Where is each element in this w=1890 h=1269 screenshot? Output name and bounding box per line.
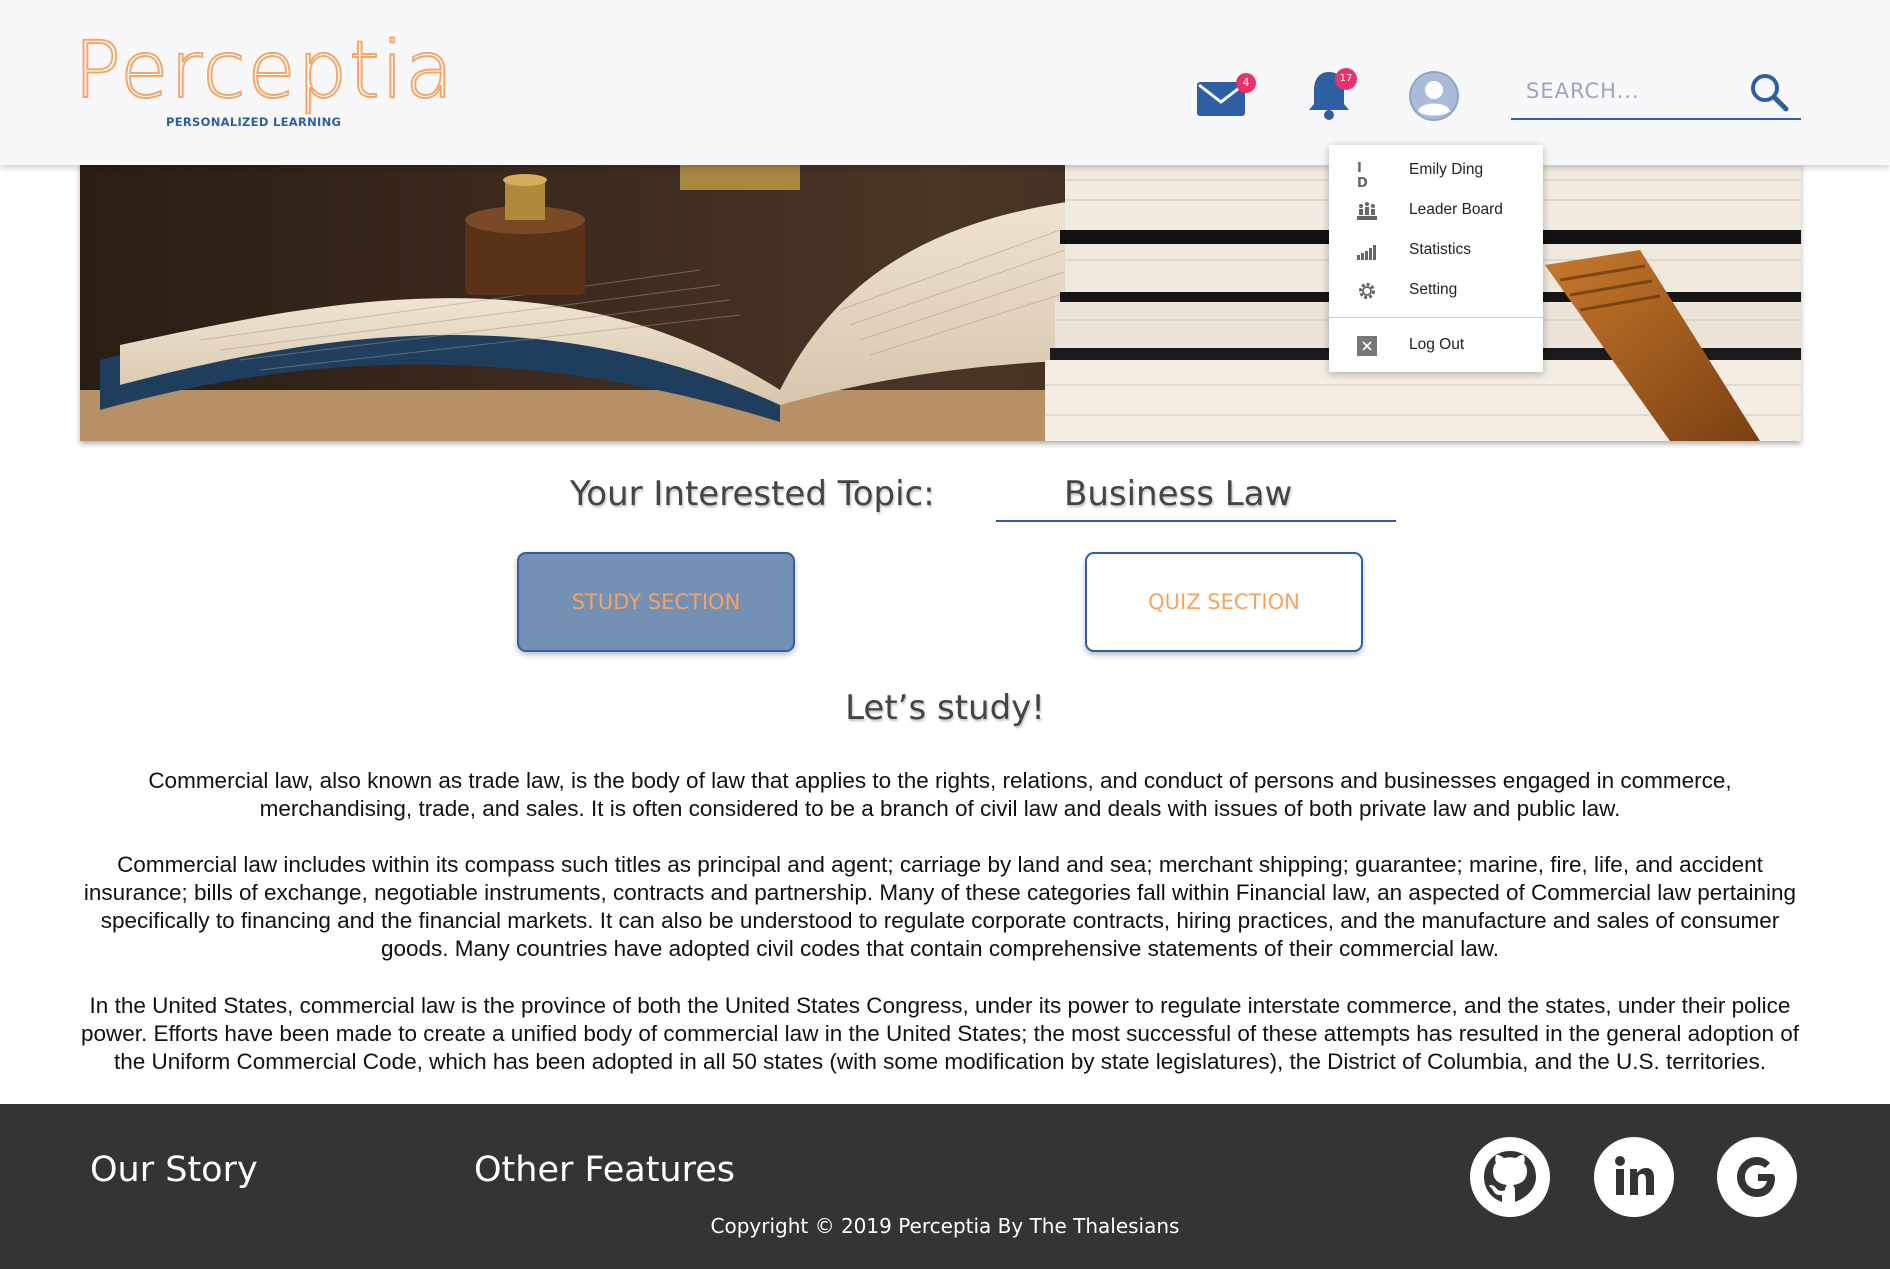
leaderboard-icon bbox=[1357, 201, 1377, 221]
topic-field[interactable]: Business Law bbox=[996, 470, 1396, 522]
statistics-icon bbox=[1357, 241, 1377, 261]
copyright-text: Copyright © 2019 Perceptia By The Thales… bbox=[710, 1214, 1180, 1238]
menu-divider bbox=[1329, 317, 1543, 318]
search-input[interactable] bbox=[1526, 76, 1746, 106]
search-bar bbox=[1511, 64, 1801, 120]
search-icon[interactable] bbox=[1747, 70, 1791, 114]
user-avatar-icon[interactable] bbox=[1408, 70, 1460, 122]
menu-item-label: Statistics bbox=[1409, 241, 1472, 258]
logo-wordmark: Perceptia bbox=[73, 25, 456, 117]
topic-label: Your Interested Topic: bbox=[570, 474, 935, 514]
github-icon[interactable] bbox=[1470, 1137, 1550, 1217]
topic-value: Business Law bbox=[1064, 474, 1293, 514]
mail-count-badge: 4 bbox=[1236, 73, 1256, 93]
menu-item-profile[interactable]: I D Emily Ding bbox=[1329, 152, 1543, 191]
menu-item-statistics[interactable]: Statistics bbox=[1329, 232, 1543, 268]
footer-link-our-story[interactable]: Our Story bbox=[90, 1150, 258, 1190]
google-icon[interactable] bbox=[1717, 1137, 1797, 1217]
notification-count-badge: 17 bbox=[1335, 68, 1357, 90]
id-icon: I D bbox=[1357, 161, 1370, 191]
top-header: Perceptia PERSONALIZED LEARNING 4 17 bbox=[0, 0, 1890, 165]
study-section-button[interactable]: STUDY SECTION bbox=[517, 552, 795, 652]
study-paragraph: Commercial law, also known as trade law,… bbox=[148, 768, 1732, 821]
menu-item-label: Log Out bbox=[1409, 336, 1465, 353]
user-menu-dropdown: I D Emily Ding Leader Board Statistics S… bbox=[1329, 145, 1543, 372]
perceptia-logo[interactable]: Perceptia PERSONALIZED LEARNING bbox=[73, 25, 454, 136]
study-paragraph: In the United States, commercial law is … bbox=[80, 993, 1800, 1074]
page-footer: Our Story Other Features Copyright © 201… bbox=[0, 1104, 1890, 1269]
study-heading: Let’s study! bbox=[845, 688, 1045, 728]
menu-item-label: Setting bbox=[1409, 281, 1458, 298]
menu-item-label: Emily Ding bbox=[1409, 161, 1484, 178]
logo-tagline: PERSONALIZED LEARNING bbox=[166, 115, 342, 129]
study-paragraph: Commercial law includes within its compa… bbox=[83, 852, 1797, 961]
logout-icon bbox=[1357, 336, 1377, 356]
menu-item-label: Leader Board bbox=[1409, 201, 1503, 218]
menu-item-leaderboard[interactable]: Leader Board bbox=[1329, 192, 1543, 228]
settings-gear-icon bbox=[1357, 281, 1377, 301]
menu-item-setting[interactable]: Setting bbox=[1329, 272, 1543, 308]
footer-link-other-features[interactable]: Other Features bbox=[474, 1150, 735, 1190]
linkedin-icon[interactable] bbox=[1594, 1137, 1674, 1217]
quiz-section-button[interactable]: QUIZ SECTION bbox=[1085, 552, 1363, 652]
menu-item-logout[interactable]: Log Out bbox=[1329, 327, 1543, 363]
